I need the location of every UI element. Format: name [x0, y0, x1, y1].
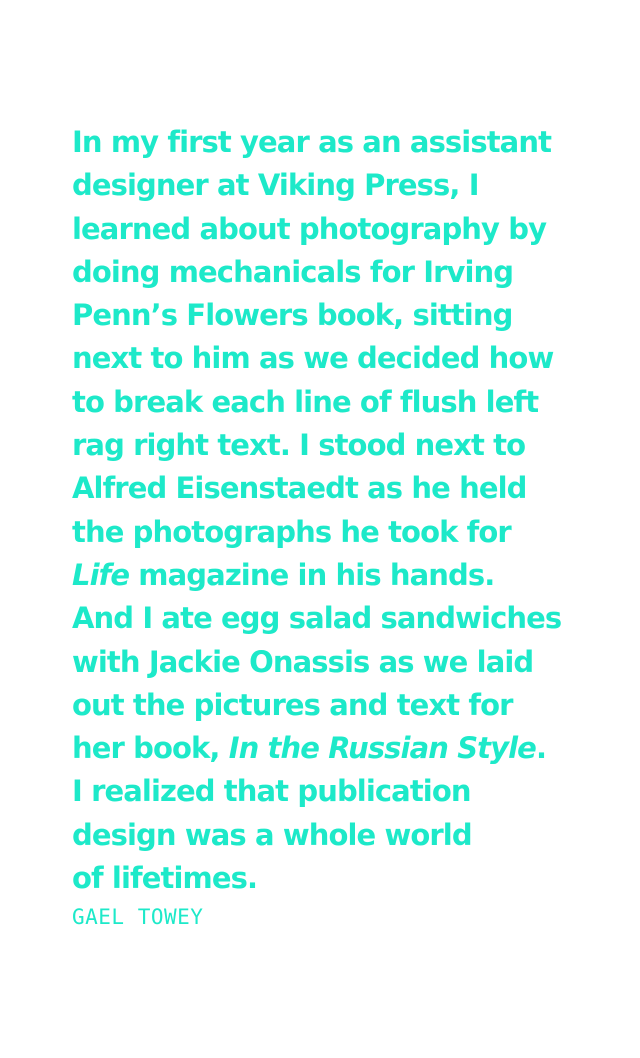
quote-line: Penn’s Flowers book, sitting: [72, 298, 513, 333]
quote-line: her book, In the Russian Style.: [72, 727, 632, 770]
quote-line-text: her book,: [72, 731, 229, 766]
quote-line-text: .: [535, 731, 547, 766]
quote-line: learned about photography by: [72, 211, 547, 246]
quote-line: the photographs he took for: [72, 514, 512, 549]
magazine-title: Life: [72, 557, 130, 592]
quote-line: next to him as we decided how: [72, 341, 554, 376]
quote-line: designer at Viking Press, I: [72, 168, 479, 203]
quote-line-text: magazine in his hands.: [129, 557, 495, 592]
quote-line: rag right text. I stood next to: [72, 428, 526, 463]
quote-line: out the pictures and text for: [72, 687, 513, 722]
quote-line: Life magazine in his hands.: [72, 554, 632, 597]
quote-line: I realized that publication: [72, 774, 472, 809]
book-title: In the Russian Style: [228, 731, 537, 766]
quote-line: with Jackie Onassis as we laid: [72, 644, 534, 679]
quote-line: Alfred Eisenstaedt as he held: [72, 471, 527, 506]
quote-line: doing mechanicals for Irving: [72, 254, 514, 289]
quote-line: to break each line of flush left: [72, 384, 539, 419]
quote-line: of lifetimes.: [72, 861, 258, 896]
pull-quote: In my first year as an assistant designe…: [72, 121, 632, 900]
quote-line: In my first year as an assistant: [72, 125, 552, 159]
quote-attribution: GAEL TOWEY: [72, 905, 204, 929]
quote-page: In my first year as an assistant designe…: [0, 0, 640, 1058]
quote-line: And I ate egg salad sandwiches: [72, 601, 562, 636]
quote-line: design was a whole world: [72, 817, 473, 852]
